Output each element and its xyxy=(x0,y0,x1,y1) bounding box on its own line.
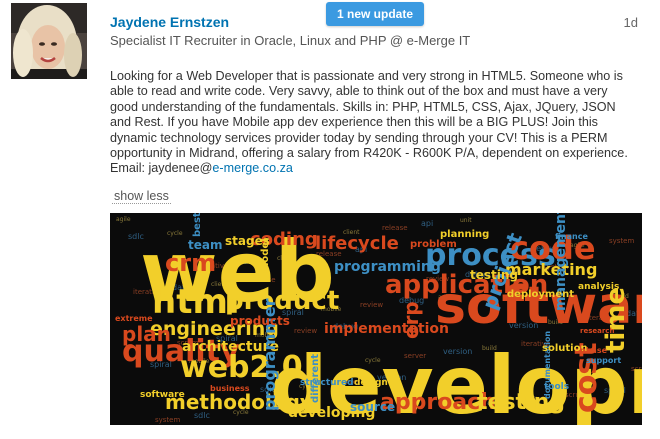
word-cloud-word: extreme xyxy=(115,314,153,323)
post-body: Looking for a Web Developer that is pass… xyxy=(110,69,635,177)
word-cloud-filler-word: api xyxy=(421,219,433,228)
word-cloud-word: analysis xyxy=(578,282,619,292)
author-photo xyxy=(11,3,87,79)
word-cloud-filler-word: review xyxy=(294,327,317,335)
word-cloud-word: products xyxy=(230,314,290,328)
word-cloud-word: model xyxy=(260,238,271,273)
word-cloud-word: crm xyxy=(165,249,216,277)
word-cloud-word: erp xyxy=(399,301,423,339)
word-cloud-word: time xyxy=(601,287,631,353)
word-cloud-word: research xyxy=(580,327,614,335)
show-less-link[interactable]: show less xyxy=(112,189,171,204)
word-cloud-filler-word: agile xyxy=(116,216,131,223)
author-headline: Specialist IT Recruiter in Oracle, Linux… xyxy=(110,33,471,48)
word-cloud-word: programming xyxy=(334,259,441,275)
author-name-link[interactable]: Jaydene Ernstzen xyxy=(110,14,229,30)
word-cloud-word: finance xyxy=(555,232,588,241)
word-cloud-filler-word: review xyxy=(360,301,383,309)
post-timestamp: 1d xyxy=(623,15,638,30)
feed-post: Jaydene Ernstzen Specialist IT Recruiter… xyxy=(0,0,660,439)
word-cloud-filler-word: release xyxy=(382,224,408,232)
new-update-button[interactable]: 1 new update xyxy=(326,2,424,26)
word-cloud-word: support xyxy=(586,356,621,365)
word-cloud-word: lifecycle xyxy=(315,233,399,254)
word-cloud-word: team xyxy=(188,238,222,252)
word-cloud-word: problem xyxy=(410,239,457,250)
word-cloud-word: implementation xyxy=(324,321,449,337)
word-cloud-word: phase xyxy=(580,346,608,355)
word-cloud-word: marketing xyxy=(505,260,597,279)
word-cloud-word: web2.0 xyxy=(180,350,303,385)
word-cloud-word: business xyxy=(210,384,250,393)
post-body-text: Looking for a Web Developer that is pass… xyxy=(110,69,628,176)
author-avatar[interactable] xyxy=(11,3,87,79)
word-cloud-word: design xyxy=(354,378,388,388)
word-cloud-filler-word: unit xyxy=(460,217,472,224)
word-cloud-word: structured xyxy=(300,378,354,388)
word-cloud-graphic: agileiterativespiralcyclereleasedebugbui… xyxy=(115,213,642,425)
word-cloud-word: testing xyxy=(470,268,518,282)
word-cloud-word: source xyxy=(350,400,395,414)
word-cloud-filler-word: system xyxy=(609,237,634,245)
word-cloud-word: planning xyxy=(440,229,489,240)
word-cloud-word: plan xyxy=(122,322,171,346)
word-cloud-word: software xyxy=(140,390,185,400)
word-cloud-filler-word: system xyxy=(155,416,180,424)
word-cloud-word: deployment xyxy=(507,289,574,300)
word-cloud-word: best xyxy=(192,213,203,237)
word-cloud-word: product xyxy=(225,286,339,316)
word-cloud-word: tools xyxy=(544,382,569,392)
email-domain-link[interactable]: e-merge.co.za xyxy=(212,161,293,175)
post-image-word-cloud[interactable]: agile iterative spiral cycle release debug bui… xyxy=(110,213,642,425)
